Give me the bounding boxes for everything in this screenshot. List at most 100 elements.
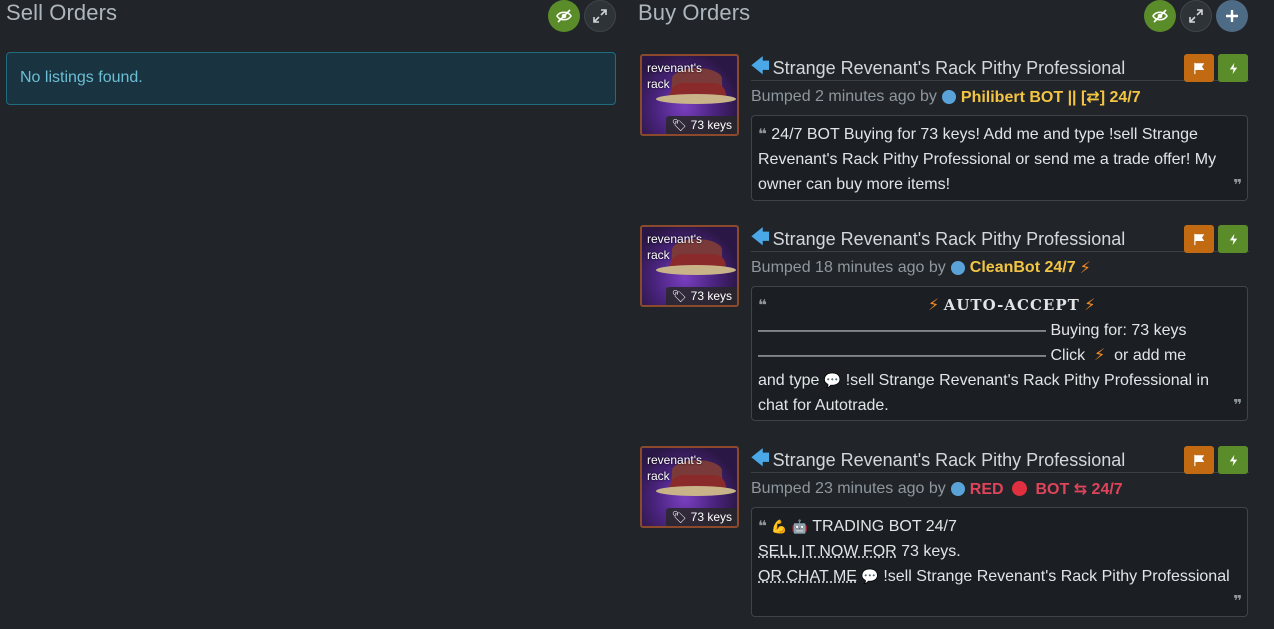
flag-icon bbox=[1193, 62, 1204, 74]
arrow-left-icon: 🡄 bbox=[751, 55, 770, 76]
message-line: SELL IT NOW FOR 73 keys. bbox=[758, 539, 1241, 564]
lightning-icon: ⚡ bbox=[928, 297, 940, 314]
report-button[interactable] bbox=[1184, 225, 1214, 253]
message-line: OR CHAT ME 💬 !sell Strange Revenant's Ra… bbox=[758, 564, 1241, 589]
price-text: 73 keys bbox=[690, 118, 732, 132]
message-text: 73 keys. bbox=[901, 543, 961, 560]
message-text: 24/7 BOT Buying for 73 keys! Add me and … bbox=[758, 126, 1217, 193]
auto-accept-heading: AUTO-ACCEPT bbox=[943, 296, 1080, 314]
order-message: ❝ 💪 🤖 TRADING BOT 24/7 SELL IT NOW FOR 7… bbox=[751, 507, 1248, 617]
thumbnail-item-name: revenant's rack bbox=[647, 453, 702, 483]
username-part: RED bbox=[969, 481, 1004, 498]
arrow-left-icon: 🡄 bbox=[751, 226, 770, 247]
flexed-arm-icon: 💪 bbox=[771, 519, 788, 534]
message-text: and type bbox=[758, 372, 820, 389]
user-link[interactable]: Philibert BOT || [⇄] 24/7 bbox=[961, 87, 1141, 107]
message-line: ❝ 💪 🤖 TRADING BOT 24/7 bbox=[758, 514, 1241, 539]
thumbnail-item-name: revenant's rack bbox=[647, 232, 702, 262]
lightning-icon: ⚡ bbox=[1079, 260, 1091, 277]
hat-rim-shape bbox=[656, 265, 736, 275]
buy-expand-button[interactable] bbox=[1180, 0, 1212, 32]
red-circle-icon bbox=[1012, 481, 1028, 496]
bumped-text: Bumped 2 minutes ago by bbox=[751, 88, 937, 105]
eye-slash-icon bbox=[556, 9, 572, 23]
username-part: BOT ⇆ 24/7 bbox=[1035, 481, 1123, 498]
thumbnail-price: 🏷 73 keys bbox=[666, 508, 737, 526]
flag-icon bbox=[1193, 233, 1204, 245]
order-title[interactable]: Strange Revenant's Rack Pithy Profession… bbox=[773, 450, 1126, 471]
item-thumbnail[interactable]: revenant's rack 🏷 73 keys bbox=[640, 54, 739, 136]
bumped-info: Bumped 18 minutes ago by CleanBot 24/7 ⚡ bbox=[751, 258, 1091, 278]
online-status-dot bbox=[950, 482, 965, 496]
lightning-icon: ⚡ bbox=[1089, 347, 1110, 364]
expand-icon bbox=[593, 9, 607, 23]
message-line: —————————————————— Buying for: 73 keys bbox=[758, 318, 1241, 343]
quote-open-icon: ❝ bbox=[758, 126, 767, 143]
online-status-dot bbox=[941, 90, 956, 104]
lightning-icon: ⚡ bbox=[1084, 297, 1096, 314]
order-title-link[interactable]: 🡄 Strange Revenant's Rack Pithy Professi… bbox=[751, 55, 1249, 81]
message-text: or add me bbox=[1114, 347, 1187, 364]
order-title-link[interactable]: 🡄 Strange Revenant's Rack Pithy Professi… bbox=[751, 226, 1249, 252]
price-tag-icon: 🏷 bbox=[671, 289, 687, 303]
message-line: and type 💬 !sell Strange Revenant's Rack… bbox=[758, 368, 1241, 418]
quote-close-icon: ❞ bbox=[1233, 397, 1242, 414]
buy-order-item: revenant's rack 🏷 73 keys 🡄 Strange Reven… bbox=[640, 54, 1250, 204]
plus-icon bbox=[1226, 10, 1238, 22]
message-text: OR CHAT ME bbox=[758, 568, 857, 585]
thumbnail-item-name: revenant's rack bbox=[647, 61, 702, 91]
buy-orders-title: Buy Orders bbox=[638, 0, 751, 25]
buy-visibility-toggle-button[interactable] bbox=[1144, 0, 1176, 32]
hat-rim-shape bbox=[656, 94, 736, 104]
divider-text: —————————————————— bbox=[758, 322, 1046, 339]
quote-open-icon: ❝ bbox=[758, 518, 767, 535]
lightning-icon bbox=[1229, 233, 1237, 245]
robot-icon: 🤖 bbox=[791, 519, 809, 534]
order-title[interactable]: Strange Revenant's Rack Pithy Profession… bbox=[773, 58, 1126, 79]
speech-bubble-icon: 💬 bbox=[861, 568, 879, 584]
price-text: 73 keys bbox=[690, 289, 732, 303]
instant-trade-button[interactable] bbox=[1218, 225, 1248, 253]
user-link[interactable]: CleanBot 24/7 bbox=[970, 259, 1076, 277]
user-link[interactable]: RED BOT ⇆ 24/7 bbox=[970, 479, 1123, 499]
message-text: TRADING BOT 24/7 bbox=[812, 518, 957, 535]
thumbnail-price: 🏷 73 keys bbox=[666, 287, 737, 305]
item-thumbnail[interactable]: revenant's rack 🏷 73 keys bbox=[640, 225, 739, 307]
bumped-text: Bumped 18 minutes ago by bbox=[751, 259, 946, 276]
hat-rim-shape bbox=[656, 486, 736, 496]
sell-visibility-toggle-button[interactable] bbox=[548, 0, 580, 32]
order-title[interactable]: Strange Revenant's Rack Pithy Profession… bbox=[773, 229, 1126, 250]
instant-trade-button[interactable] bbox=[1218, 54, 1248, 82]
lightning-icon bbox=[1229, 62, 1237, 74]
quote-close-icon: ❞ bbox=[1233, 593, 1242, 610]
bumped-info: Bumped 2 minutes ago by Philibert BOT ||… bbox=[751, 87, 1141, 107]
buy-order-item: revenant's rack 🏷 73 keys 🡄 Strange Reven… bbox=[640, 446, 1250, 621]
quote-close-icon: ❞ bbox=[1233, 177, 1242, 194]
order-message: ❝ 24/7 BOT Buying for 73 keys! Add me an… bbox=[751, 115, 1248, 201]
lightning-icon bbox=[1229, 454, 1237, 466]
sell-orders-title: Sell Orders bbox=[6, 0, 118, 25]
heading-wrap: ⚡ AUTO-ACCEPT ⚡ bbox=[928, 293, 1096, 318]
online-status-dot bbox=[950, 261, 965, 275]
report-button[interactable] bbox=[1184, 446, 1214, 474]
bumped-info: Bumped 23 minutes ago by RED BOT ⇆ 24/7 bbox=[751, 479, 1123, 499]
sell-expand-button[interactable] bbox=[584, 0, 616, 32]
no-listings-alert: No listings found. bbox=[6, 52, 616, 105]
message-text: SELL IT NOW FOR bbox=[758, 543, 897, 560]
message-text: Click bbox=[1050, 347, 1086, 364]
price-tag-icon: 🏷 bbox=[671, 118, 687, 132]
price-text: 73 keys bbox=[690, 510, 732, 524]
quote-open-icon: ❝ bbox=[758, 297, 767, 314]
flag-icon bbox=[1193, 454, 1204, 466]
instant-trade-button[interactable] bbox=[1218, 446, 1248, 474]
message-heading-row: ❝ ⚡ AUTO-ACCEPT ⚡ bbox=[758, 293, 1241, 318]
eye-slash-icon bbox=[1152, 9, 1168, 23]
report-button[interactable] bbox=[1184, 54, 1214, 82]
item-thumbnail[interactable]: revenant's rack 🏷 73 keys bbox=[640, 446, 739, 528]
price-tag-icon: 🏷 bbox=[671, 510, 687, 524]
add-buy-order-button[interactable] bbox=[1216, 0, 1248, 32]
order-message: ❝ ⚡ AUTO-ACCEPT ⚡ —————————————————— Buy… bbox=[751, 286, 1248, 421]
arrow-left-icon: 🡄 bbox=[751, 447, 770, 468]
divider-text: —————————————————— bbox=[758, 347, 1046, 364]
order-title-link[interactable]: 🡄 Strange Revenant's Rack Pithy Professi… bbox=[751, 447, 1249, 473]
